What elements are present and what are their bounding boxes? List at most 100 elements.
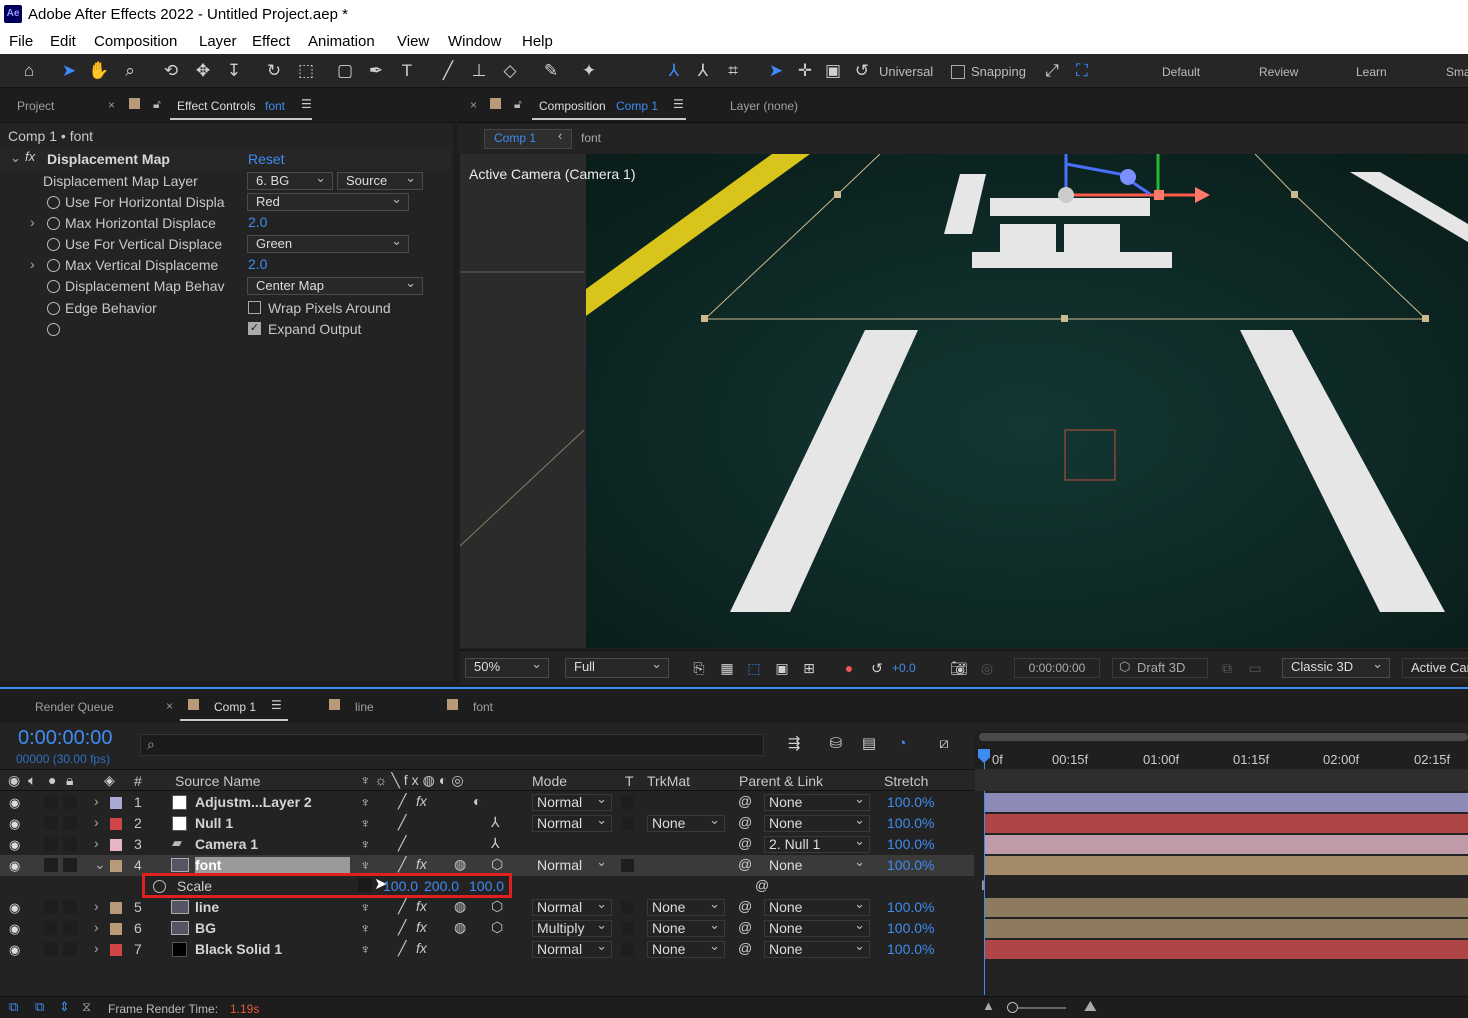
render-time-icon[interactable]: ⧖ <box>82 999 91 1015</box>
visibility-eye-icon[interactable]: ◉ <box>9 900 20 916</box>
world-axis-icon[interactable]: ⅄ <box>692 60 714 82</box>
selection-tool-icon[interactable]: ➤ <box>58 60 80 82</box>
stretch-value[interactable]: 100.0% <box>887 815 934 831</box>
expand-output-checkbox[interactable]: ✓ <box>248 322 261 335</box>
pick-whip-icon[interactable]: @ <box>738 835 752 851</box>
view-dropdown[interactable]: Active Cam <box>1402 658 1468 678</box>
close-icon[interactable]: × <box>166 699 173 713</box>
workspace-default[interactable]: Default <box>1162 65 1200 79</box>
solo-cell[interactable] <box>44 921 58 935</box>
graph-editor-icon[interactable]: ⧄ <box>933 733 955 755</box>
menu-window[interactable]: Window <box>448 33 501 50</box>
stopwatch-icon[interactable] <box>153 880 166 893</box>
lock-cell[interactable] <box>63 858 77 872</box>
stretch-value[interactable]: 100.0% <box>887 899 934 915</box>
pen-tool-icon[interactable]: ✒ <box>365 60 387 82</box>
label-color[interactable] <box>110 839 122 851</box>
comp-mini-flowchart-icon[interactable]: ⇶ <box>783 733 805 755</box>
layer-row[interactable]: ◉ › 1 Adjustm...Layer 2 ♆ ╱ fx ◐ Normal @ None 100.… <box>0 791 1468 813</box>
roto-brush-tool-icon[interactable]: ✎ <box>540 60 562 82</box>
blend-mode-dropdown[interactable]: Normal <box>532 812 612 832</box>
expression-icon[interactable]: @ <box>755 877 769 893</box>
guides-icon[interactable]: ⊞ <box>798 657 820 679</box>
motion-blur-switch-icon[interactable]: ◍ <box>454 898 466 915</box>
solo-cell[interactable] <box>44 837 58 851</box>
magnification-dropdown[interactable]: 50% <box>465 656 549 678</box>
stopwatch-icon[interactable] <box>47 280 60 293</box>
layer-duration-bar[interactable] <box>985 814 1468 833</box>
preserve-transparency-cell[interactable] <box>621 859 634 872</box>
lock-cell[interactable] <box>63 900 77 914</box>
layer-row[interactable]: ◉ › 5 line ♆ ╱ fx ◍ ⬡ Normal None @ None 100.0% <box>0 896 1468 918</box>
menu-file[interactable]: File <box>9 33 33 50</box>
type-tool-icon[interactable]: T <box>396 60 418 82</box>
parent-dropdown[interactable]: None <box>764 917 870 937</box>
renderer-dropdown[interactable]: Classic 3D <box>1282 656 1390 678</box>
zoom-out-icon[interactable]: ▲ <box>982 998 995 1013</box>
close-icon[interactable]: × <box>470 98 477 112</box>
tab-layer-viewer[interactable]: Layer (none) <box>730 99 798 113</box>
wrap-pixels-checkbox[interactable] <box>248 301 261 314</box>
close-icon[interactable]: × <box>108 98 115 112</box>
mask-visibility-icon[interactable]: ⬚ <box>743 657 765 679</box>
expand-chevron-icon[interactable]: › <box>94 898 99 914</box>
quality-switch-icon[interactable]: ╱ <box>398 793 406 810</box>
pick-whip-icon[interactable]: @ <box>738 898 752 914</box>
track-matte-dropdown[interactable]: None <box>647 917 725 937</box>
visibility-eye-icon[interactable]: ◉ <box>9 837 20 853</box>
stopwatch-icon[interactable] <box>47 217 60 230</box>
tab-render-queue[interactable]: Render Queue <box>35 700 114 714</box>
3d-layer-switch-icon[interactable]: ⅄ <box>491 835 500 852</box>
vertical-channel-dropdown[interactable]: Green <box>247 233 409 253</box>
pan-tool-icon[interactable]: ✥ <box>192 60 214 82</box>
resolution-dropdown[interactable]: Full <box>565 656 669 678</box>
3d-layer-switch-icon[interactable]: ⬡ <box>491 898 503 915</box>
composition-viewer[interactable]: Active Camera (Camera 1) <box>460 154 1468 648</box>
scale-icon[interactable]: ▣ <box>822 60 844 82</box>
menu-animation[interactable]: Animation <box>308 33 375 50</box>
expand-modes-icon[interactable]: ⧉ <box>35 999 44 1015</box>
layer-duration-bar[interactable] <box>985 835 1468 854</box>
quality-switch-icon[interactable]: ╱ <box>398 835 406 852</box>
expand-chevron-icon[interactable]: › <box>94 835 99 851</box>
expand-chevron-icon[interactable]: › <box>30 214 35 230</box>
color-channels-icon[interactable]: ● <box>838 657 860 679</box>
tab-line[interactable]: line <box>355 700 374 714</box>
blend-mode-dropdown[interactable]: Normal <box>532 896 612 916</box>
layer-name[interactable]: font <box>195 857 350 873</box>
tab-comp-1[interactable]: Comp 1 <box>214 700 256 714</box>
menu-effect[interactable]: Effect <box>252 33 290 50</box>
label-color[interactable] <box>110 797 122 809</box>
menu-composition[interactable]: Composition <box>94 33 177 50</box>
motion-blur-switch-icon[interactable]: ◍ <box>454 856 466 873</box>
shy-switch-icon[interactable]: ♆ <box>360 941 371 957</box>
comp-flowchart-icon[interactable]: ⧉ <box>9 999 18 1015</box>
lock-cell[interactable] <box>63 837 77 851</box>
track-matte-dropdown[interactable]: None <box>647 896 725 916</box>
rectangle-tool-icon[interactable]: ▢ <box>334 60 356 82</box>
workspace-learn[interactable]: Learn <box>1356 65 1387 79</box>
layer-row[interactable]: ◉ › 6 BG ♆ ╱ fx ◍ ⬡ Multiply None @ None 100.0% <box>0 917 1468 939</box>
track-matte-dropdown[interactable]: None <box>647 938 725 958</box>
parent-dropdown[interactable]: None <box>764 896 870 916</box>
layer-row[interactable]: ◉ › 7 Black Solid 1 ♆ ╱ fx Normal None @ None 100.0… <box>0 938 1468 960</box>
rotate-icon[interactable]: ↺ <box>851 60 873 82</box>
fx-switch-icon[interactable]: fx <box>416 940 427 956</box>
lock-cell[interactable] <box>63 942 77 956</box>
pick-whip-icon[interactable]: @ <box>738 793 752 809</box>
visibility-eye-icon[interactable]: ◉ <box>9 921 20 937</box>
blend-mode-dropdown[interactable]: Normal <box>532 854 612 874</box>
quality-switch-icon[interactable]: ╱ <box>398 940 406 957</box>
preserve-transparency-cell[interactable] <box>621 922 634 935</box>
stopwatch-icon[interactable] <box>47 238 60 251</box>
pick-whip-icon[interactable]: @ <box>738 814 752 830</box>
solo-cell[interactable] <box>44 942 58 956</box>
zoom-in-icon[interactable]: ⛰ <box>1084 998 1097 1015</box>
source-dropdown[interactable]: Source <box>337 170 423 190</box>
view-axis-icon[interactable]: ⌗ <box>722 60 744 82</box>
link-constraint-cell[interactable] <box>358 878 372 892</box>
pan-behind-tool-icon[interactable]: ⬚ <box>295 60 317 82</box>
ground-plane-icon[interactable]: ▭ <box>1244 657 1266 679</box>
tab-comp-name[interactable]: Comp 1 <box>616 99 658 113</box>
move-icon[interactable]: ✛ <box>794 60 816 82</box>
